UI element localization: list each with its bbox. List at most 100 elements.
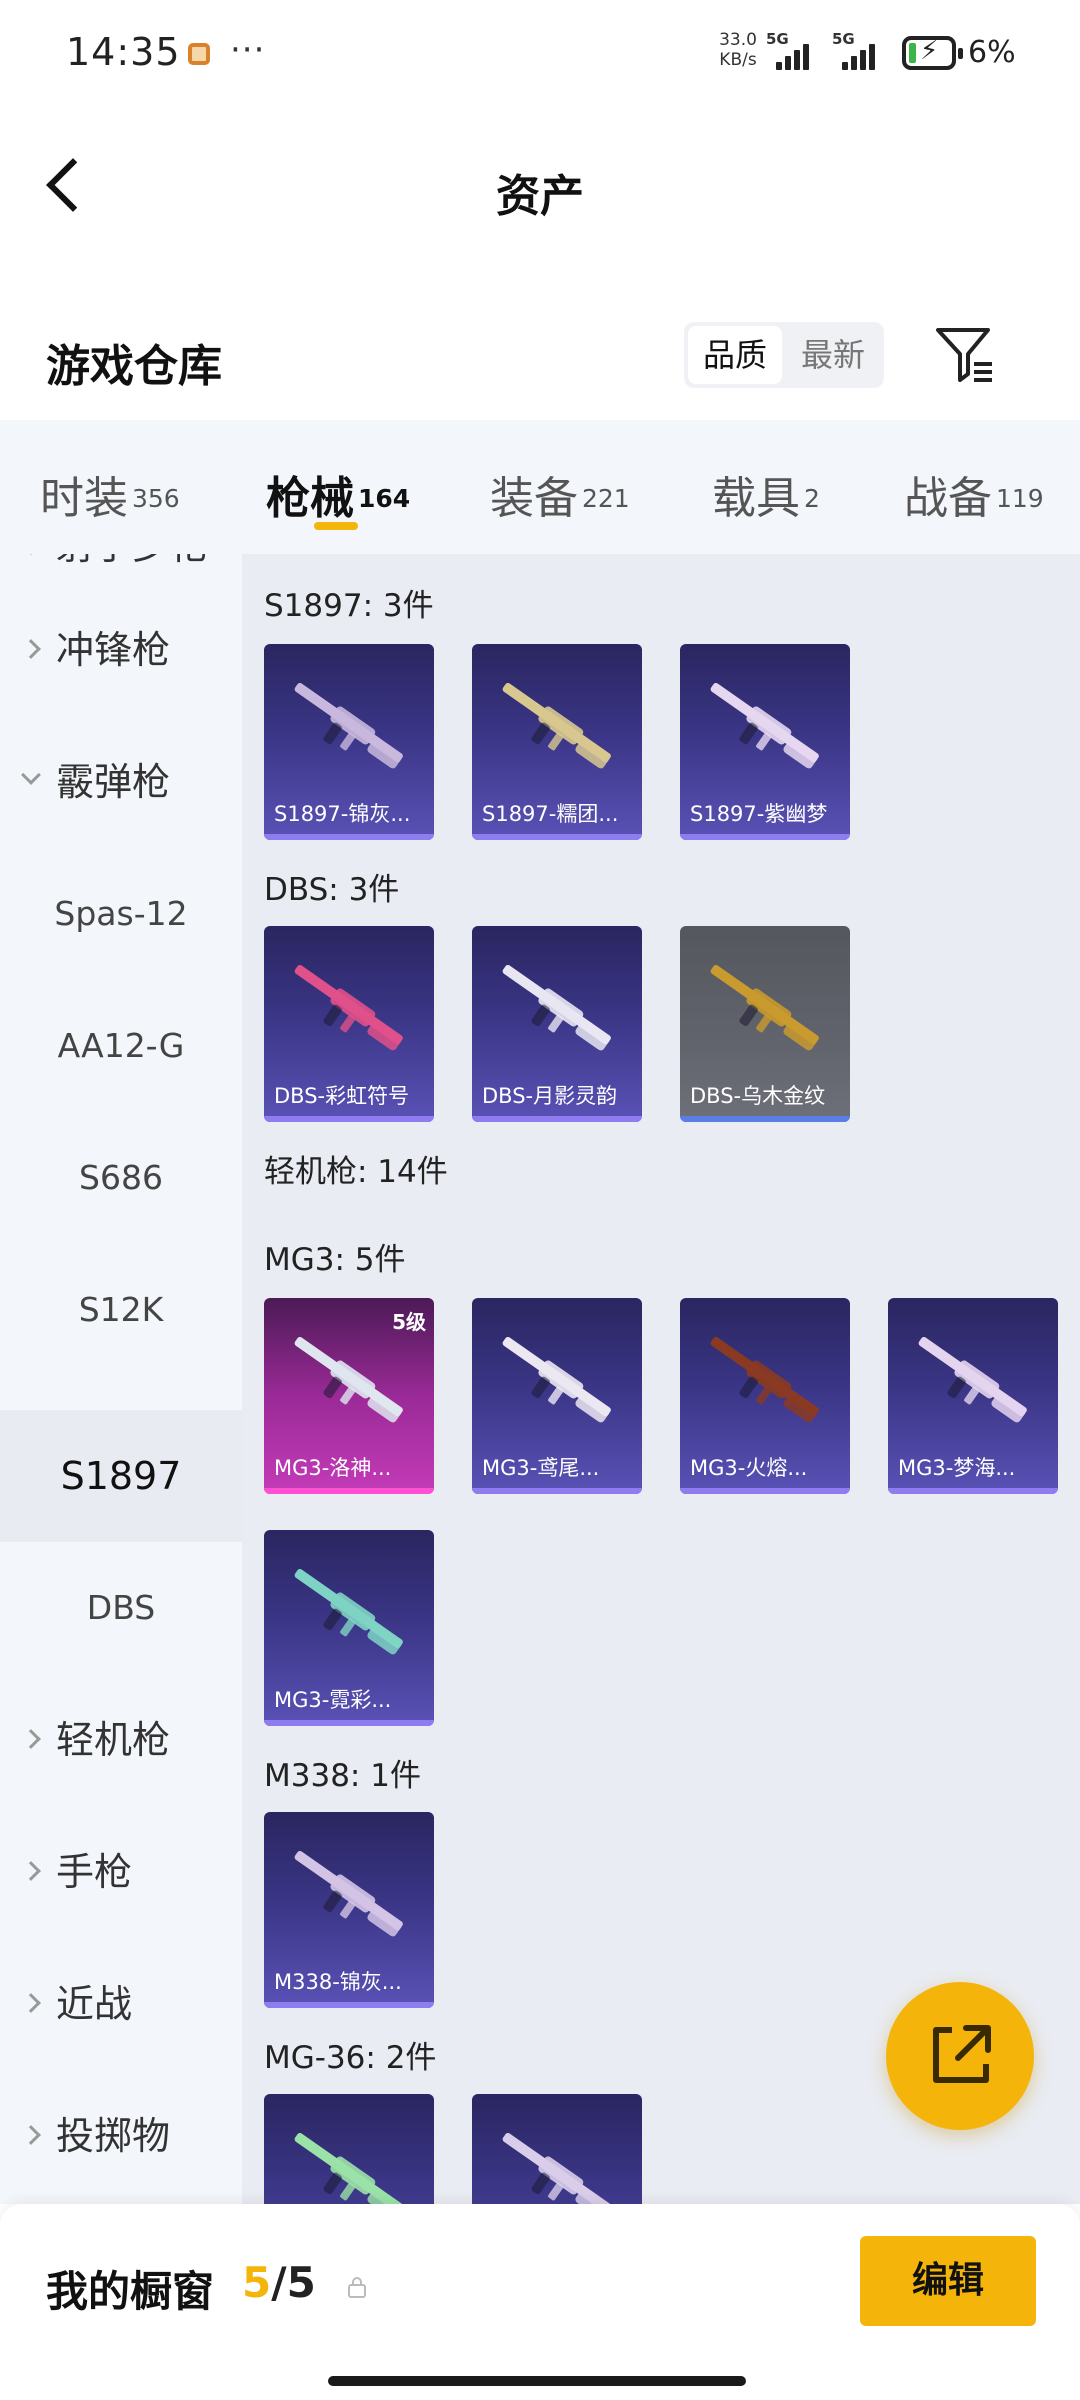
weapon-name: MG3-鸢尾... <box>482 1456 600 1480</box>
status-bar: 14:35 ··· 33.0 KB/s 5G 5G ⚡ 6% <box>0 0 1080 110</box>
tab-fashion[interactable]: 时装 356 <box>40 462 180 532</box>
tab-count: 221 <box>582 483 630 513</box>
group-title-s1897: S1897: 3件 <box>264 588 434 624</box>
weapon-card[interactable]: S1897-糯团... <box>472 644 642 840</box>
weapon-name: DBS-乌木金纹 <box>690 1084 826 1108</box>
filter-icon <box>936 328 992 382</box>
weapon-card[interactable]: MG3-火熔... <box>680 1298 850 1494</box>
sort-option-newest[interactable]: 最新 <box>786 326 880 384</box>
group-title-mg36: MG-36: 2件 <box>264 2040 437 2076</box>
edit-button[interactable]: 编辑 <box>860 2236 1036 2326</box>
chevron-right-icon <box>21 1861 41 1881</box>
warehouse-title: 游戏仓库 <box>46 341 222 392</box>
group-title-m338: M338: 1件 <box>264 1758 421 1794</box>
chevron-down-icon <box>21 765 41 785</box>
tab-count: 2 <box>804 483 820 513</box>
sidebar-item-spas12[interactable]: Spas-12 <box>0 848 242 980</box>
weapon-card[interactable]: MG3-梦海... <box>888 1298 1058 1494</box>
tab-count: 164 <box>358 483 411 513</box>
sidebar-item-s686[interactable]: S686 <box>0 1112 242 1244</box>
filter-button[interactable] <box>932 322 998 388</box>
weapon-card[interactable]: MG3-鸢尾... <box>472 1298 642 1494</box>
group-title-lmg: 轻机枪: 14件 <box>264 1154 448 1190</box>
weapon-name: S1897-紫幽梦 <box>690 802 828 826</box>
weapon-image <box>502 1336 611 1423</box>
battery-icon: ⚡ <box>902 36 963 70</box>
showcase-total: 5 <box>286 2258 316 2307</box>
tab-label: 战备 <box>904 473 992 524</box>
sidebar-item-label: 手枪 <box>56 1850 133 1894</box>
chevron-right-icon <box>21 639 41 659</box>
sidebar-item-label: 轻机枪 <box>56 1718 171 1762</box>
sidebar-item-melee[interactable]: 近战 <box>0 1938 242 2070</box>
chevron-right-icon <box>21 1993 41 2013</box>
weapon-image <box>502 682 611 769</box>
tab-label: 载具 <box>712 473 800 524</box>
group-title-dbs: DBS: 3件 <box>264 872 400 908</box>
weapon-name: MG3-霓彩... <box>274 1688 392 1712</box>
sidebar-item-s12k[interactable]: S12K <box>0 1244 242 1376</box>
sidebar-item-aa12g[interactable]: AA12-G <box>0 980 242 1112</box>
charging-bolt-icon: ⚡ <box>920 36 939 66</box>
weapon-card[interactable]: DBS-彩虹符号 <box>264 926 434 1122</box>
sort-option-quality[interactable]: 品质 <box>688 326 782 384</box>
status-time: 14:35 <box>66 30 181 74</box>
category-tabs: 时装 356 枪械 164 装备 221 载具 2 战备 119 <box>0 420 1080 554</box>
weapon-name: DBS-彩虹符号 <box>274 1084 410 1108</box>
sidebar-item-s1897[interactable]: S1897 <box>0 1410 242 1542</box>
tab-count: 119 <box>996 483 1044 513</box>
more-notifications-icon: ··· <box>230 30 266 70</box>
weapon-image <box>710 682 819 769</box>
weapon-card[interactable]: DBS-月影灵韵 <box>472 926 642 1122</box>
weapon-card[interactable]: S1897-紫幽梦 <box>680 644 850 840</box>
showcase-current: 5 <box>242 2258 272 2307</box>
share-button[interactable] <box>886 1982 1034 2130</box>
tab-label: 枪械 <box>266 473 354 524</box>
sidebar-item-smg[interactable]: 冲锋枪 <box>0 584 242 716</box>
weapon-card[interactable]: M338-锦灰... <box>264 1812 434 2008</box>
weapon-type-sidebar: 射手步枪 冲锋枪 霰弹枪 Spas-12 AA12-G S686 S12K S1… <box>0 554 242 2204</box>
showcase-count: 5/5 <box>242 2258 316 2307</box>
chevron-right-icon <box>21 554 41 555</box>
sidebar-item-label: 霰弹枪 <box>56 760 171 804</box>
showcase-separator: / <box>271 2258 287 2307</box>
weapon-name: S1897-糯团... <box>482 802 619 826</box>
sidebar-item-lmg[interactable]: 轻机枪 <box>0 1674 242 1806</box>
weapon-card[interactable] <box>264 2094 434 2204</box>
weapon-image <box>294 2132 403 2204</box>
share-icon <box>933 2025 991 2083</box>
weapon-card[interactable]: DBS-乌木金纹 <box>680 926 850 1122</box>
sidebar-item-throwable[interactable]: 投掷物 <box>0 2070 242 2202</box>
weapon-name: MG3-梦海... <box>898 1456 1016 1480</box>
weapon-card[interactable]: S1897-锦灰... <box>264 644 434 840</box>
weapon-image <box>710 1336 819 1423</box>
weapon-image <box>294 964 403 1051</box>
sidebar-item-label: AA12-G <box>57 1026 185 1065</box>
weapon-image <box>918 1336 1027 1423</box>
home-indicator[interactable] <box>328 2376 746 2386</box>
weapon-name: DBS-月影灵韵 <box>482 1084 618 1108</box>
weapon-image <box>502 964 611 1051</box>
tab-equipment[interactable]: 装备 221 <box>490 462 630 532</box>
sidebar-item-label: S686 <box>79 1158 163 1197</box>
weapon-grid: S1897: 3件 S1897-锦灰... S1897-糯团... S1897-… <box>242 554 1080 2204</box>
chevron-right-icon <box>21 2125 41 2145</box>
weapon-image <box>710 964 819 1051</box>
tab-combat-gear[interactable]: 战备 119 <box>904 462 1044 532</box>
sidebar-item-shotgun[interactable]: 霰弹枪 <box>0 716 242 848</box>
group-title-mg3: MG3: 5件 <box>264 1242 406 1278</box>
weapon-card[interactable]: MG3-霓彩... <box>264 1530 434 1726</box>
signal-type-sim1: 5G <box>766 30 789 48</box>
showcase-bar: 我的橱窗 5/5 编辑 <box>0 2204 1080 2400</box>
sidebar-item-pistol[interactable]: 手枪 <box>0 1806 242 1938</box>
tab-label: 时装 <box>40 473 128 524</box>
signal-type-sim2: 5G <box>832 30 855 48</box>
weapon-card[interactable]: 5级 MG3-洛神... <box>264 1298 434 1494</box>
tab-vehicles[interactable]: 载具 2 <box>712 462 820 532</box>
sidebar-item-dbs[interactable]: DBS <box>0 1542 242 1674</box>
weapon-card[interactable] <box>472 2094 642 2204</box>
signal-icon-sim2: 5G <box>832 30 882 70</box>
sidebar-item-label: S12K <box>78 1290 164 1329</box>
weapon-image <box>294 1850 403 1937</box>
sidebar-item-label: Spas-12 <box>54 894 188 933</box>
